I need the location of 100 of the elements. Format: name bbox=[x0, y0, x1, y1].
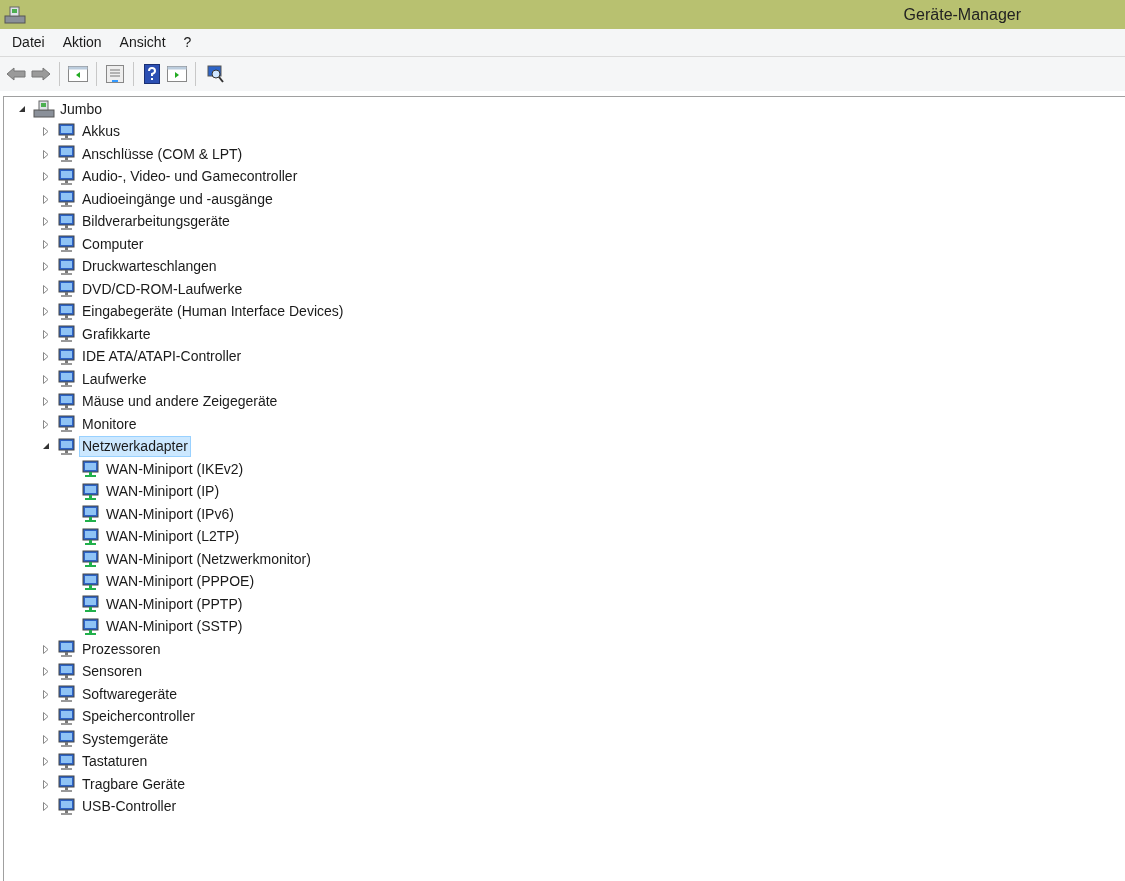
collapse-arrow-icon[interactable] bbox=[18, 105, 26, 113]
menu-item[interactable]: Aktion bbox=[54, 31, 110, 54]
tree-item[interactable]: WAN-Miniport (PPTP) bbox=[103, 593, 246, 615]
tree-item[interactable]: Speichercontroller bbox=[79, 706, 198, 728]
expand-arrow-icon[interactable] bbox=[43, 757, 49, 767]
expand-arrow-icon[interactable] bbox=[43, 802, 49, 812]
window-title: Geräte-Manager bbox=[903, 4, 1021, 25]
help-button[interactable] bbox=[141, 63, 163, 85]
expand-arrow-icon[interactable] bbox=[43, 374, 49, 384]
tree-item[interactable]: Netzwerkadapter bbox=[79, 436, 191, 458]
device-icon bbox=[57, 775, 77, 794]
tree-item[interactable]: WAN-Miniport (Netzwerkmonitor) bbox=[103, 548, 314, 570]
tree-item[interactable]: WAN-Miniport (SSTP) bbox=[103, 616, 246, 638]
collapse-arrow-icon[interactable] bbox=[42, 443, 50, 451]
network-adapter-icon bbox=[81, 550, 101, 569]
expand-arrow-icon[interactable] bbox=[43, 397, 49, 407]
expand-arrow-icon[interactable] bbox=[43, 262, 49, 272]
network-adapter-icon bbox=[81, 572, 101, 591]
expand-arrow-icon[interactable] bbox=[43, 307, 49, 317]
tree-item[interactable]: Monitore bbox=[79, 413, 140, 435]
network-adapter-icon bbox=[81, 505, 101, 524]
tree-item[interactable]: Eingabegeräte (Human Interface Devices) bbox=[79, 301, 347, 323]
tree-item[interactable]: WAN-Miniport (L2TP) bbox=[103, 526, 243, 548]
properties-icon bbox=[106, 65, 124, 83]
tree-item[interactable]: Audio-, Video- und Gamecontroller bbox=[79, 166, 301, 188]
expand-arrow-icon[interactable] bbox=[43, 149, 49, 159]
device-icon bbox=[57, 662, 77, 681]
menu-item[interactable]: ? bbox=[175, 31, 200, 54]
tree-item[interactable]: Sensoren bbox=[79, 661, 145, 683]
network-adapter-icon bbox=[81, 595, 101, 614]
tree-item[interactable]: WAN-Miniport (PPPOE) bbox=[103, 571, 258, 593]
expand-arrow-icon[interactable] bbox=[43, 734, 49, 744]
device-icon bbox=[57, 437, 77, 456]
expand-arrow-icon[interactable] bbox=[43, 172, 49, 182]
tree-item[interactable]: Tastaturen bbox=[79, 751, 151, 773]
expand-arrow-icon[interactable] bbox=[43, 239, 49, 249]
network-adapter-icon bbox=[81, 482, 101, 501]
expand-arrow-icon[interactable] bbox=[43, 127, 49, 137]
tree-item[interactable]: Computer bbox=[79, 233, 147, 255]
device-icon bbox=[57, 752, 77, 771]
right-arrow-icon bbox=[31, 67, 51, 81]
tree-item[interactable]: Laufwerke bbox=[79, 368, 150, 390]
expand-arrow-icon[interactable] bbox=[43, 419, 49, 429]
tree-item[interactable]: Prozessoren bbox=[79, 638, 164, 660]
expand-arrow-icon[interactable] bbox=[43, 284, 49, 294]
properties-button[interactable] bbox=[104, 63, 126, 85]
computer-icon bbox=[4, 4, 26, 25]
device-icon bbox=[57, 122, 77, 141]
expand-arrow-icon[interactable] bbox=[43, 329, 49, 339]
expand-arrow-icon[interactable] bbox=[43, 194, 49, 204]
device-icon bbox=[57, 685, 77, 704]
tree-item[interactable]: WAN-Miniport (IKEv2) bbox=[103, 458, 247, 480]
computer-icon bbox=[33, 99, 55, 120]
device-icon bbox=[57, 415, 77, 434]
tree-item[interactable]: Jumbo bbox=[57, 98, 106, 120]
expand-arrow-icon[interactable] bbox=[43, 712, 49, 722]
expand-arrow-icon[interactable] bbox=[43, 667, 49, 677]
tree-item[interactable]: Bildverarbeitungsgeräte bbox=[79, 211, 233, 233]
tree-item[interactable]: DVD/CD-ROM-Laufwerke bbox=[79, 278, 246, 300]
tree-item[interactable]: IDE ATA/ATAPI-Controller bbox=[79, 346, 245, 368]
console-tree-button[interactable] bbox=[67, 63, 89, 85]
network-adapter-icon bbox=[81, 617, 101, 636]
menu-item[interactable]: Datei bbox=[4, 31, 53, 54]
device-icon bbox=[57, 190, 77, 209]
device-icon bbox=[57, 640, 77, 659]
expand-arrow-icon[interactable] bbox=[43, 644, 49, 654]
help-icon bbox=[144, 64, 160, 84]
tree-item[interactable]: Mäuse und andere Zeigegeräte bbox=[79, 391, 281, 413]
device-icon bbox=[57, 302, 77, 321]
tree-item[interactable]: Audioeingänge und -ausgänge bbox=[79, 188, 276, 210]
left-arrow-icon bbox=[6, 67, 26, 81]
expand-arrow-icon[interactable] bbox=[43, 779, 49, 789]
device-icon bbox=[57, 280, 77, 299]
device-icon bbox=[57, 392, 77, 411]
tree-item[interactable]: Tragbare Geräte bbox=[79, 773, 188, 795]
expand-arrow-icon[interactable] bbox=[43, 352, 49, 362]
device-icon bbox=[57, 167, 77, 186]
tree-item[interactable]: Systemgeräte bbox=[79, 728, 172, 750]
tree-item[interactable]: Akkus bbox=[79, 121, 124, 143]
tree-item[interactable]: USB-Controller bbox=[79, 796, 180, 818]
tree-item[interactable]: Grafikkarte bbox=[79, 323, 154, 345]
device-icon bbox=[57, 235, 77, 254]
tree-item[interactable]: WAN-Miniport (IPv6) bbox=[103, 503, 237, 525]
expand-arrow-icon[interactable] bbox=[43, 689, 49, 699]
device-icon bbox=[57, 257, 77, 276]
device-icon bbox=[57, 145, 77, 164]
device-icon bbox=[57, 370, 77, 389]
device-icon bbox=[57, 212, 77, 231]
tree-item[interactable]: Anschlüsse (COM & LPT) bbox=[79, 143, 246, 165]
device-icon bbox=[57, 347, 77, 366]
tree-item[interactable]: Druckwarteschlangen bbox=[79, 256, 220, 278]
expand-arrow-icon[interactable] bbox=[43, 217, 49, 227]
network-adapter-icon bbox=[81, 527, 101, 546]
tree-item[interactable]: Softwaregeräte bbox=[79, 683, 180, 705]
device-icon bbox=[57, 730, 77, 749]
device-icon bbox=[57, 797, 77, 816]
menu-item[interactable]: Ansicht bbox=[111, 31, 174, 54]
device-icon bbox=[57, 707, 77, 726]
panel-icon bbox=[68, 66, 88, 82]
tree-item[interactable]: WAN-Miniport (IP) bbox=[103, 481, 223, 503]
